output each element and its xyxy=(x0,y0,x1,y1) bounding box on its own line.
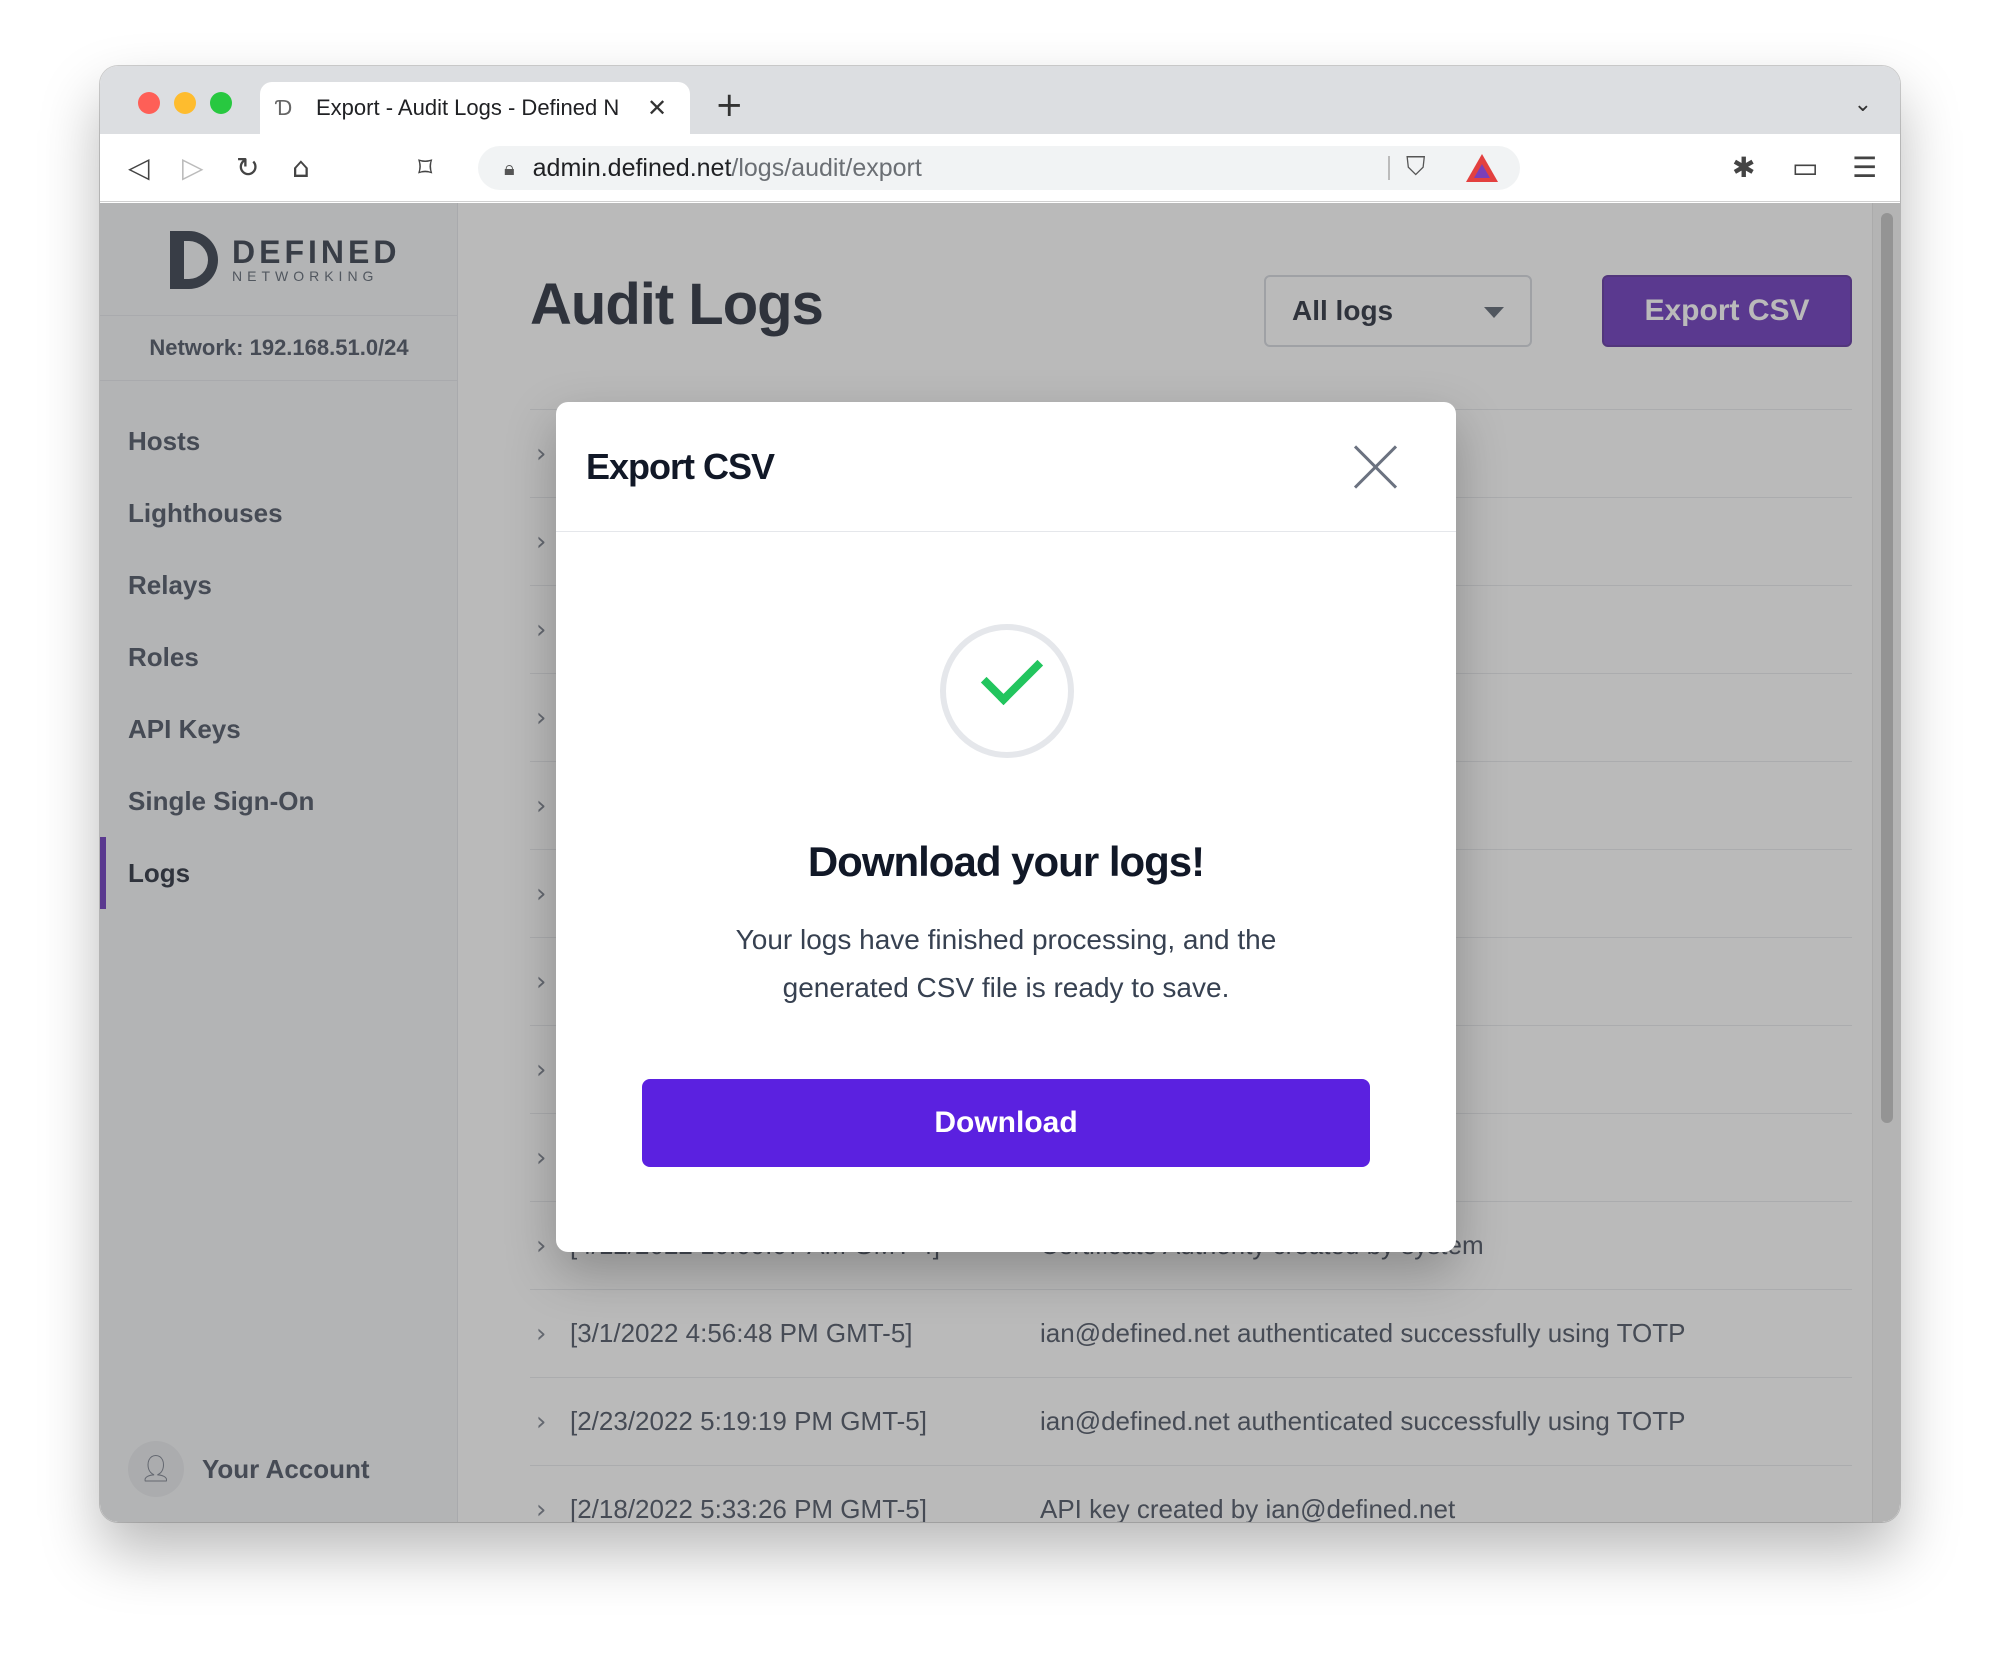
address-bar[interactable]: 🔒︎ admin.defined.net/logs/audit/export ⛉ xyxy=(478,146,1520,190)
app-area: DEFINED NETWORKING Network: 192.168.51.0… xyxy=(100,203,1900,1522)
check-icon xyxy=(980,642,1044,706)
tab-close-icon[interactable]: ✕ xyxy=(644,94,670,122)
extensions-icon[interactable]: ✱ xyxy=(1732,152,1755,184)
defined-favicon-icon: Ɗ xyxy=(276,96,293,120)
new-tab-button[interactable]: + xyxy=(715,88,744,122)
bat-rewards-icon[interactable] xyxy=(1466,154,1498,182)
address-separator xyxy=(1388,156,1390,180)
dialog-heading: Download your logs! xyxy=(807,838,1205,885)
dialog-title: Export CSV xyxy=(586,446,775,487)
export-csv-dialog: Export CSV Download your logs! Your logs… xyxy=(556,402,1456,1252)
tab-strip: Ɗ Export - Audit Logs - Defined N ✕ + ⌄ xyxy=(100,66,1900,134)
menu-icon[interactable]: ☰ xyxy=(1852,152,1877,184)
back-icon[interactable]: ◁ xyxy=(128,152,150,184)
browser-window: Ɗ Export - Audit Logs - Defined N ✕ + ⌄ … xyxy=(100,66,1900,1522)
close-window-button[interactable] xyxy=(138,92,160,114)
browser-toolbar: ◁ ▷ ↻ ⌂ ⌑ 🔒︎ admin.defined.net/logs/audi… xyxy=(100,134,1900,202)
dialog-message: Your logs have finished processing, and … xyxy=(735,924,1277,1003)
close-icon[interactable] xyxy=(1350,442,1400,492)
wallet-icon[interactable]: ▭ xyxy=(1792,152,1818,184)
url-path: /logs/audit/export xyxy=(731,153,922,182)
reload-icon[interactable]: ↻ xyxy=(236,152,259,184)
success-circle xyxy=(940,624,1074,758)
download-button[interactable]: Download xyxy=(642,1079,1370,1167)
bookmark-icon[interactable]: ⌑ xyxy=(418,152,432,184)
url-host: admin.defined.net xyxy=(532,153,732,182)
browser-tab[interactable]: Ɗ Export - Audit Logs - Defined N ✕ xyxy=(260,82,690,134)
tab-title: Export - Audit Logs - Defined N xyxy=(316,95,620,120)
minimize-window-button[interactable] xyxy=(174,92,196,114)
forward-icon[interactable]: ▷ xyxy=(182,152,204,184)
brave-shield-icon[interactable]: ⛉ xyxy=(1406,152,1436,184)
home-icon[interactable]: ⌂ xyxy=(292,152,310,184)
zoom-window-button[interactable] xyxy=(210,92,232,114)
dialog-header: Export CSV xyxy=(556,402,1456,532)
tab-search-icon[interactable]: ⌄ xyxy=(1854,92,1872,117)
lock-icon: 🔒︎ xyxy=(504,156,515,180)
